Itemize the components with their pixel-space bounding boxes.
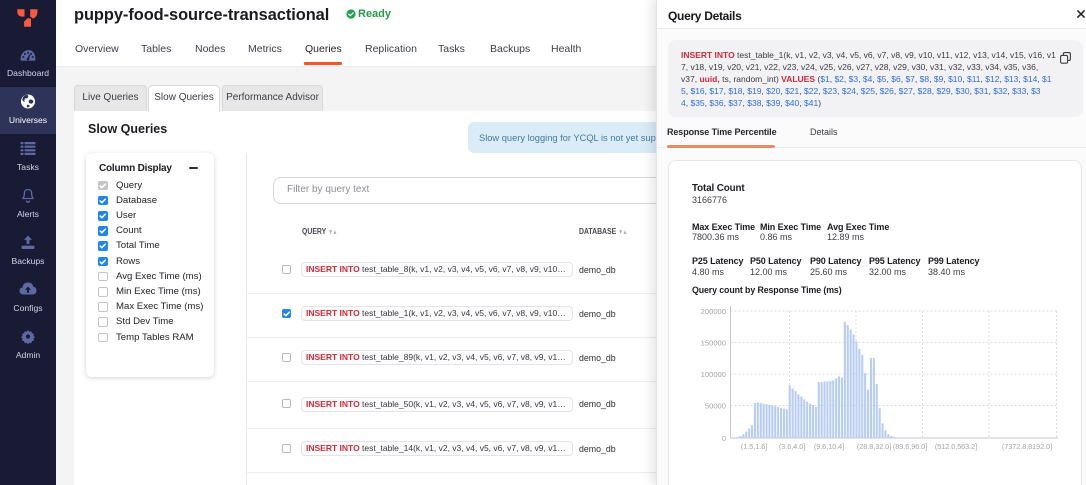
svg-text:0: 0 xyxy=(722,434,726,443)
svg-text:(89.6,96.0]: (89.6,96.0] xyxy=(893,442,927,451)
svg-text:50000: 50000 xyxy=(705,402,726,411)
svg-text:(28.8,32.0]: (28.8,32.0] xyxy=(857,442,891,451)
svg-text:200000: 200000 xyxy=(701,307,726,316)
svg-text:(512.0,563.2]: (512.0,563.2] xyxy=(935,442,977,451)
svg-text:(9.6,10.4]: (9.6,10.4] xyxy=(814,442,844,451)
svg-text:150000: 150000 xyxy=(701,339,726,348)
svg-text:100000: 100000 xyxy=(701,370,726,379)
svg-text:(1.5,1.6]: (1.5,1.6] xyxy=(741,442,767,451)
svg-text:(3.6,4.0]: (3.6,4.0] xyxy=(779,442,805,451)
svg-text:(7372.8,8192.0]: (7372.8,8192.0] xyxy=(1002,442,1052,451)
